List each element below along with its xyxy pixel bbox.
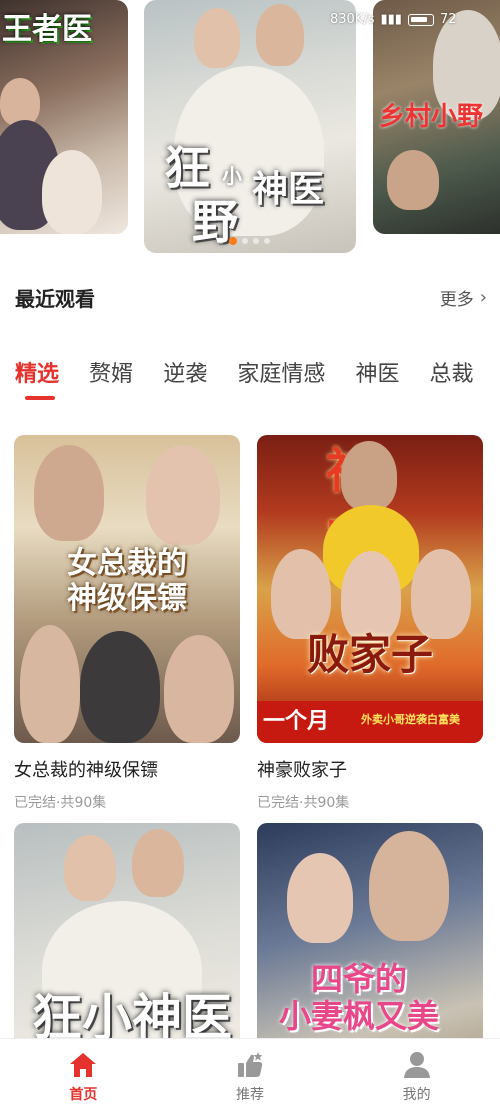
drama-card[interactable]: 女总裁的 神级保镖 女总裁的神级保镖 已完结·共90集 xyxy=(14,435,240,812)
poster-title: 女总裁的 神级保镖 xyxy=(67,546,187,616)
carousel-card-right[interactable]: 乡村小野 xyxy=(373,0,500,234)
cover-figure xyxy=(194,8,240,68)
user-icon xyxy=(403,1052,430,1078)
battery-icon xyxy=(407,13,434,26)
category-tabs: 精选 赘婿 逆袭 家庭情感 神医 总裁 xyxy=(15,356,500,406)
nav-profile[interactable]: 我的 xyxy=(333,1039,500,1115)
drama-title: 神豪败家子 xyxy=(257,760,347,781)
cover-figure xyxy=(256,4,304,66)
drama-poster[interactable]: 女总裁的 神级保镖 xyxy=(14,435,240,743)
cover-figure xyxy=(146,445,220,545)
carousel-dot xyxy=(218,238,224,244)
nav-label: 首页 xyxy=(69,1087,98,1103)
more-label: 更多 xyxy=(439,289,474,310)
thumbs-up-icon xyxy=(238,1052,263,1077)
carousel-card-left[interactable]: 王者医 xyxy=(0,0,128,234)
carousel-dot xyxy=(242,238,248,244)
nav-label: 我的 xyxy=(402,1087,431,1103)
cover-figure xyxy=(20,625,80,743)
cover-figure xyxy=(34,445,104,541)
carousel-right-title: 乡村小野 xyxy=(379,102,484,132)
cover-figure xyxy=(369,831,449,941)
tab-ceo[interactable]: 总裁 xyxy=(430,356,474,388)
tab-comeback[interactable]: 逆袭 xyxy=(163,356,207,388)
chevron-right-icon: › xyxy=(479,286,487,308)
carousel-center-title-2: 小 xyxy=(222,164,242,188)
carousel-left-title: 王者医 xyxy=(2,12,92,47)
tab-doctor[interactable]: 神医 xyxy=(355,356,399,388)
tab-family[interactable]: 家庭情感 xyxy=(237,356,325,388)
cover-figure xyxy=(42,150,102,234)
poster-banner-sub: 外卖小哥逆袭白富美 xyxy=(361,713,460,726)
banner-carousel[interactable]: 王者医 狂 小 神医 野 乡村小野 xyxy=(0,0,500,262)
carousel-dot xyxy=(264,238,270,244)
carousel-indicator xyxy=(218,237,270,245)
episode-info: 已完结·共90集 xyxy=(257,795,350,811)
cover-figure xyxy=(287,853,353,943)
poster-banner-text: 一个月 xyxy=(263,708,330,734)
poster-title: 败家子 xyxy=(306,630,433,679)
cover-figure xyxy=(80,631,160,743)
net-speed: 830K/s xyxy=(330,12,375,27)
drama-title: 女总裁的神级保镖 xyxy=(14,760,158,781)
nav-label: 推荐 xyxy=(236,1087,264,1103)
cover-figure xyxy=(411,549,471,639)
section-title: 最近观看 xyxy=(15,286,95,311)
nav-home[interactable]: 首页 xyxy=(0,1039,167,1115)
cover-figure xyxy=(0,78,40,126)
cover-figure xyxy=(64,835,116,901)
carousel-dot xyxy=(253,238,259,244)
signal-icon: ▮▮▮ xyxy=(380,12,402,27)
carousel-dot-active xyxy=(229,237,237,245)
cover-figure xyxy=(271,549,331,639)
home-icon xyxy=(70,1053,97,1077)
cover-figure xyxy=(387,150,439,210)
poster-title: 四爷的 小妻枫又美 xyxy=(279,960,440,1035)
tab-featured[interactable]: 精选 xyxy=(15,356,59,400)
nav-recommend[interactable]: 推荐 xyxy=(167,1039,334,1115)
cover-figure xyxy=(341,441,397,511)
tab-son-in-law[interactable]: 赘婿 xyxy=(89,356,133,388)
cover-figure xyxy=(164,635,234,743)
carousel-center-title-3: 神医 xyxy=(252,168,325,210)
cover-figure xyxy=(132,829,184,897)
episode-info: 已完结·共90集 xyxy=(14,795,107,811)
status-bar: 830K/s ▮▮▮ 72 xyxy=(330,12,457,27)
more-link[interactable]: 更多 › xyxy=(440,285,487,310)
carousel-card-center[interactable]: 狂 小 神医 野 xyxy=(144,0,356,253)
bottom-navigation: 首页 推荐 我的 xyxy=(0,1038,500,1115)
recently-watched-header: 最近观看 更多 › xyxy=(15,282,487,312)
drama-poster[interactable]: 神 家 败家子 一个月 外卖小哥逆袭白富美 xyxy=(257,435,483,743)
battery-level: 72 xyxy=(439,12,457,27)
drama-card[interactable]: 神 家 败家子 一个月 外卖小哥逆袭白富美 神豪败家子 已完结·共90集 xyxy=(257,435,483,812)
